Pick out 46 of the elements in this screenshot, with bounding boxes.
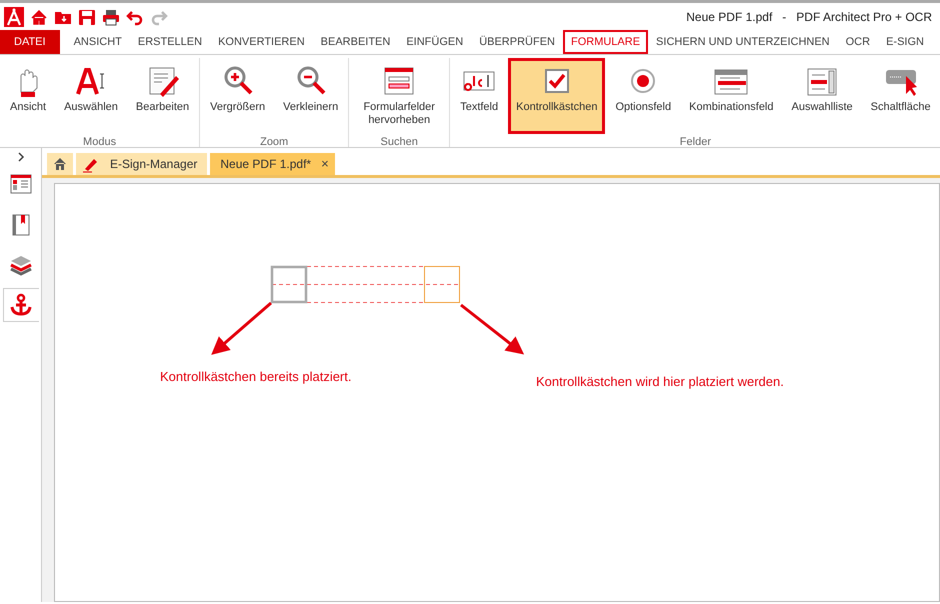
menu-tab[interactable]: DATEI [0, 30, 60, 54]
group-label: Zoom [260, 135, 288, 148]
menu-tab[interactable]: SICHERN UND UNTERZEICHNEN [648, 30, 838, 54]
window-title: Neue PDF 1.pdf - PDF Architect Pro + OCR [686, 8, 933, 26]
menu-tab[interactable]: KONVERTIEREN [210, 30, 313, 54]
ribbon-button[interactable]: Optionsfeld [607, 58, 680, 134]
arrow [211, 302, 272, 355]
sidebar-tab[interactable] [2, 288, 38, 322]
close-icon[interactable]: × [321, 154, 329, 174]
anchor-icon [9, 293, 33, 317]
menu-tab[interactable]: ERSTELLEN [130, 30, 210, 54]
annotation-text: Kontrollkästchen bereits platziert. [160, 368, 352, 386]
ribbon-button[interactable]: Vergrößern [202, 58, 274, 134]
document-tab[interactable]: Neue PDF 1.pdf* × [210, 153, 335, 175]
group-label: Modus [83, 135, 116, 148]
menu-tab[interactable]: ANSICHT [66, 30, 130, 54]
ribbon-button[interactable]: Verkleinern [275, 58, 346, 134]
ribbon-button[interactable]: Auswählen [56, 58, 126, 134]
menu-tab[interactable]: BEARBEITEN [312, 30, 398, 54]
ribbon-button[interactable]: Auswahlliste [784, 58, 861, 134]
ribbon-button[interactable]: Bearbeiten [128, 58, 198, 134]
ribbon-button[interactable]: Ansicht [2, 58, 54, 134]
group-label: Suchen [380, 135, 418, 148]
group-label: Felder [680, 135, 711, 148]
home-icon [53, 157, 67, 171]
save-icon[interactable] [78, 8, 96, 26]
menu-tab[interactable]: EINFÜGEN [398, 30, 472, 54]
ribbon-button[interactable]: Schaltfläche [862, 58, 939, 134]
ribbon-button[interactable]: Textfeld [452, 58, 506, 134]
checkbox-preview [424, 266, 460, 303]
app-logo-icon[interactable] [4, 6, 24, 26]
ribbon-button[interactable]: Kombinationsfeld [681, 58, 782, 134]
menu-tab[interactable]: ÜBERPRÜFEN [471, 30, 563, 54]
arrow [460, 304, 524, 355]
ribbon-button[interactable]: Formularfelder hervorheben [351, 58, 448, 134]
home-icon[interactable] [30, 8, 48, 26]
layers-icon [8, 253, 32, 277]
annotation-text: Kontrollkästchen wird hier platziert werden. [536, 373, 784, 391]
menu-tab[interactable]: OCR [838, 30, 878, 54]
home-tab[interactable] [47, 153, 73, 175]
expand-chevron-icon[interactable] [16, 152, 24, 162]
document-tab[interactable]: E-Sign-Manager [76, 153, 208, 175]
menu-tab[interactable]: FORMULARE [562, 30, 648, 54]
menu-tab[interactable]: E-SIGN [878, 30, 932, 54]
print-icon[interactable] [102, 8, 120, 26]
ribbon-button[interactable]: Kontrollkästchen [508, 58, 606, 134]
